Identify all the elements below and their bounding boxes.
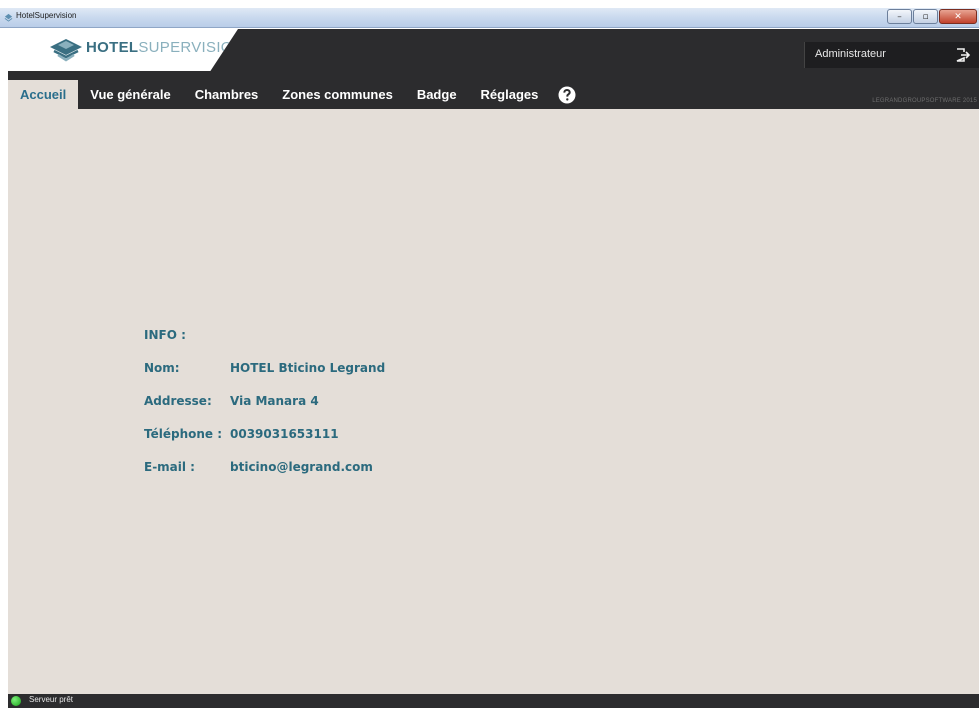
tab-reglages[interactable]: Réglages bbox=[469, 80, 551, 109]
maximize-button[interactable]: ▫ bbox=[913, 9, 938, 24]
logo-text-bold: HOTEL bbox=[86, 39, 139, 56]
logo-text: HOTELSUPERVISION bbox=[86, 39, 244, 56]
app-icon bbox=[4, 13, 13, 22]
minimize-icon: – bbox=[897, 11, 902, 22]
window-titlebar[interactable]: HotelSupervision – ▫ ✕ bbox=[0, 8, 979, 28]
logo-text-light: SUPERVISION bbox=[138, 39, 244, 56]
close-button[interactable]: ✕ bbox=[939, 9, 977, 24]
user-name: Administrateur bbox=[815, 48, 886, 60]
home-content: INFO : Nom: HOTEL Bticino Legrand Addres… bbox=[8, 109, 979, 694]
close-icon: ✕ bbox=[954, 11, 962, 22]
user-menu[interactable]: Administrateur bbox=[804, 42, 979, 68]
hotel-logo-icon bbox=[50, 39, 82, 62]
info-value: bticino@legrand.com bbox=[230, 460, 373, 474]
info-row-phone: Téléphone : 0039031653111 bbox=[144, 427, 385, 460]
window-title: HotelSupervision bbox=[16, 11, 77, 20]
maximize-icon: ▫ bbox=[922, 11, 929, 22]
tab-chambres[interactable]: Chambres bbox=[183, 80, 271, 109]
info-heading: INFO : bbox=[144, 328, 186, 342]
info-row-email: E-mail : bticino@legrand.com bbox=[144, 460, 385, 493]
hotel-info: INFO : Nom: HOTEL Bticino Legrand Addres… bbox=[144, 328, 385, 493]
info-heading-row: INFO : bbox=[144, 328, 385, 361]
info-row-name: Nom: HOTEL Bticino Legrand bbox=[144, 361, 385, 394]
tab-accueil[interactable]: Accueil bbox=[8, 80, 79, 109]
tab-zones-communes[interactable]: Zones communes bbox=[270, 80, 405, 109]
app-window: HotelSupervision – ▫ ✕ HOTELSUPERVISION bbox=[0, 0, 979, 708]
app-header: HOTELSUPERVISION Administrateur Accueil … bbox=[8, 29, 979, 109]
info-value: 0039031653111 bbox=[230, 427, 339, 441]
minimize-button[interactable]: – bbox=[887, 9, 912, 24]
info-row-address: Addresse: Via Manara 4 bbox=[144, 394, 385, 427]
status-indicator-icon bbox=[11, 696, 21, 706]
logout-icon[interactable] bbox=[955, 47, 971, 63]
window-controls: – ▫ ✕ bbox=[886, 9, 977, 25]
info-label: E-mail : bbox=[144, 460, 195, 474]
tab-vue-generale[interactable]: Vue générale bbox=[78, 80, 182, 109]
info-value: HOTEL Bticino Legrand bbox=[230, 361, 386, 375]
logo: HOTELSUPERVISION bbox=[8, 29, 238, 71]
main-nav: Accueil Vue générale Chambres Zones comm… bbox=[8, 80, 576, 109]
info-label: Addresse: bbox=[144, 394, 212, 408]
tab-badge[interactable]: Badge bbox=[405, 80, 469, 109]
info-label: Nom: bbox=[144, 361, 180, 375]
brand-footer: LEGRANDGROUPSOFTWARE 2015 bbox=[872, 98, 977, 104]
status-bar: Serveur prêt bbox=[8, 694, 979, 708]
info-value: Via Manara 4 bbox=[230, 394, 319, 408]
status-text: Serveur prêt bbox=[29, 695, 74, 704]
info-label: Téléphone : bbox=[144, 427, 223, 441]
help-icon[interactable] bbox=[558, 86, 576, 104]
